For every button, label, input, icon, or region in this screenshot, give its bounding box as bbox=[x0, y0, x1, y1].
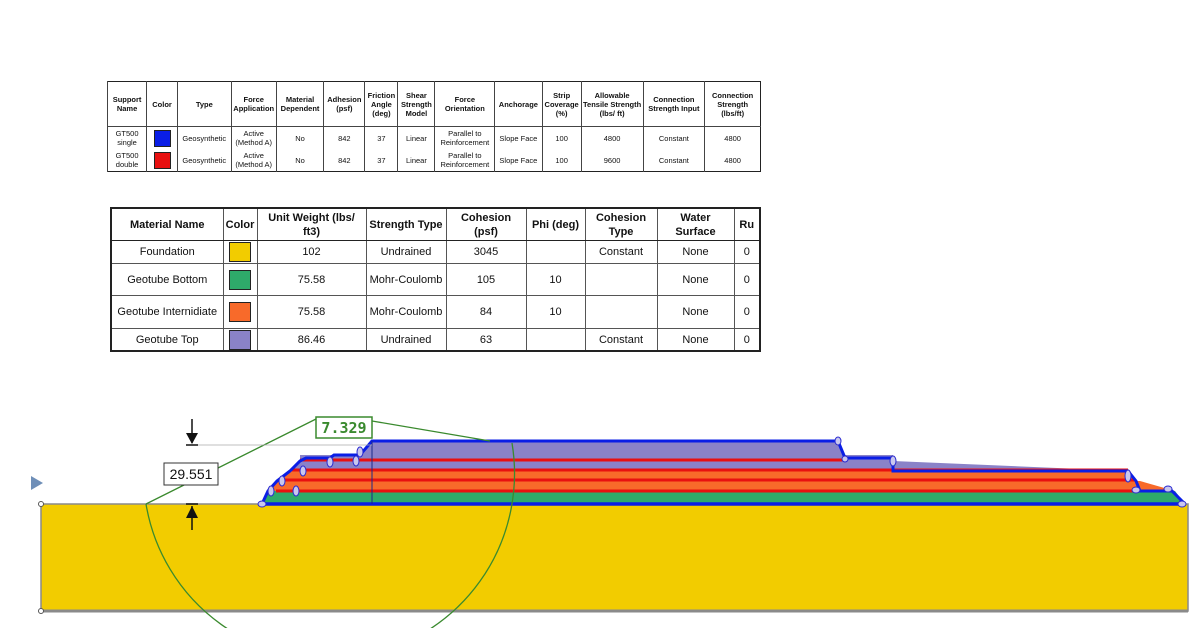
foundation-layer bbox=[40, 503, 1189, 612]
slip-circle-radius-line bbox=[371, 420, 491, 442]
height-dimension-label: 29.551 bbox=[170, 466, 213, 482]
boundary-vertex bbox=[38, 608, 44, 614]
vertex-handle[interactable] bbox=[356, 446, 364, 458]
vertex-handle[interactable] bbox=[834, 436, 842, 446]
vertex-handle[interactable] bbox=[1131, 486, 1141, 494]
boundary-vertex bbox=[38, 501, 44, 507]
vertex-handle[interactable] bbox=[1177, 500, 1187, 508]
vertex-handle[interactable] bbox=[257, 500, 267, 508]
vertex-handle[interactable] bbox=[1124, 469, 1132, 483]
vertex-handle[interactable] bbox=[1163, 485, 1173, 493]
water-table-marker-icon bbox=[31, 476, 43, 490]
vertex-handle[interactable] bbox=[278, 475, 286, 487]
vertex-handle[interactable] bbox=[889, 455, 897, 467]
vertex-handle[interactable] bbox=[326, 456, 334, 468]
vertex-handle[interactable] bbox=[352, 455, 360, 467]
vertex-handle[interactable] bbox=[267, 485, 275, 497]
factor-of-safety-label: 7.329 bbox=[321, 419, 366, 437]
dimension-arrow-down-icon bbox=[186, 433, 198, 444]
slope-stability-model: 7.329 29.551 bbox=[31, 416, 1189, 628]
vertex-handle[interactable] bbox=[292, 485, 300, 497]
geotube-top-layer bbox=[300, 441, 893, 461]
vertex-handle[interactable] bbox=[299, 465, 307, 477]
geotube-bottom-layer bbox=[262, 491, 1185, 504]
vertex-handle[interactable] bbox=[841, 455, 849, 463]
